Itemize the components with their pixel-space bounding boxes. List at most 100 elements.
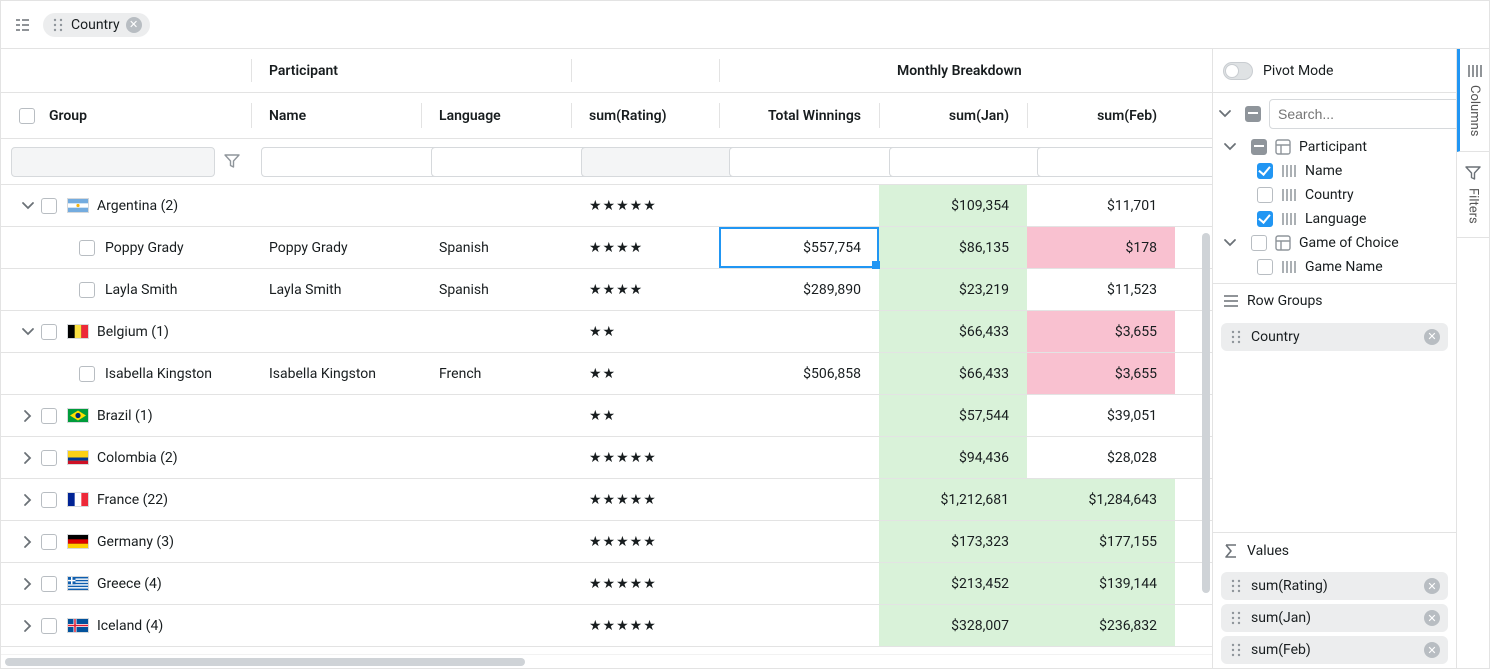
feb-cell[interactable]: $177,155: [1027, 521, 1175, 562]
total-winnings-cell[interactable]: [719, 395, 879, 436]
name-cell[interactable]: Layla Smith: [251, 269, 421, 310]
drag-handle-icon[interactable]: [51, 17, 65, 33]
group-cell[interactable]: Layla Smith: [1, 269, 251, 310]
chevron-down-icon[interactable]: [1221, 139, 1239, 155]
column-visibility-checkbox[interactable]: [1257, 163, 1273, 179]
feb-cell[interactable]: $28,028: [1027, 437, 1175, 478]
name-cell[interactable]: [251, 521, 421, 562]
rating-cell[interactable]: ★★★★★: [571, 437, 719, 478]
row-checkbox[interactable]: [41, 450, 57, 466]
rating-cell[interactable]: ★★★★★: [571, 605, 719, 646]
jan-cell[interactable]: $23,219: [879, 269, 1027, 310]
feb-cell[interactable]: $3,655: [1027, 311, 1175, 352]
name-cell[interactable]: [251, 605, 421, 646]
chevron-down-icon[interactable]: [19, 198, 37, 214]
pill-remove-icon[interactable]: ✕: [1424, 329, 1440, 345]
language-cell[interactable]: [421, 185, 571, 226]
row-group-chip-country[interactable]: Country ✕: [43, 13, 150, 37]
group-cell[interactable]: Colombia (2): [1, 437, 251, 478]
column-tree-item[interactable]: Game Name: [1217, 255, 1448, 279]
name-cell[interactable]: [251, 395, 421, 436]
language-cell[interactable]: Spanish: [421, 269, 571, 310]
total-winnings-cell[interactable]: [719, 605, 879, 646]
chevron-right-icon[interactable]: [19, 492, 37, 508]
table-row[interactable]: Brazil (1)★★$57,544$39,051: [1, 395, 1212, 437]
table-row[interactable]: Layla SmithLayla SmithSpanish★★★★$289,89…: [1, 269, 1212, 311]
row-checkbox[interactable]: [41, 576, 57, 592]
language-cell[interactable]: [421, 437, 571, 478]
total-winnings-cell[interactable]: [719, 185, 879, 226]
feb-cell[interactable]: $3,655: [1027, 353, 1175, 394]
feb-cell[interactable]: $139,144: [1027, 563, 1175, 604]
jan-cell[interactable]: $94,436: [879, 437, 1027, 478]
total-winnings-cell[interactable]: [719, 311, 879, 352]
feb-cell[interactable]: $11,701: [1027, 185, 1175, 226]
name-cell[interactable]: [251, 311, 421, 352]
select-all-checkbox[interactable]: [19, 108, 35, 124]
row-checkbox[interactable]: [41, 324, 57, 340]
row-checkbox[interactable]: [79, 366, 95, 382]
pill-remove-icon[interactable]: ✕: [1424, 642, 1440, 658]
drag-handle-icon[interactable]: [1229, 329, 1243, 345]
rating-cell[interactable]: ★★★★: [571, 227, 719, 268]
language-cell[interactable]: [421, 311, 571, 352]
column-header-group[interactable]: Group: [1, 93, 251, 138]
row-checkbox[interactable]: [79, 282, 95, 298]
total-winnings-cell[interactable]: $506,858: [719, 353, 879, 394]
value-pill[interactable]: sum(Rating)✕: [1221, 572, 1448, 600]
jan-cell[interactable]: $66,433: [879, 353, 1027, 394]
group-cell[interactable]: Iceland (4): [1, 605, 251, 646]
name-cell[interactable]: Poppy Grady: [251, 227, 421, 268]
table-row[interactable]: France (22)★★★★★$1,212,681$1,284,643: [1, 479, 1212, 521]
value-pill[interactable]: sum(Feb)✕: [1221, 636, 1448, 664]
row-checkbox[interactable]: [79, 240, 95, 256]
pivot-mode-toggle[interactable]: [1223, 62, 1253, 80]
grid-body[interactable]: Argentina (2)★★★★★$109,354$11,701Poppy G…: [1, 185, 1212, 654]
name-cell[interactable]: Isabella Kingston: [251, 353, 421, 394]
column-header-jan[interactable]: sum(Jan): [879, 93, 1027, 138]
column-visibility-checkbox[interactable]: [1257, 259, 1273, 275]
drag-handle-icon[interactable]: [1229, 610, 1243, 626]
rating-cell[interactable]: ★★★★★: [571, 521, 719, 562]
chip-remove-icon[interactable]: ✕: [126, 17, 142, 33]
rating-cell[interactable]: ★★★★★: [571, 479, 719, 520]
filter-input-feb[interactable]: [1037, 147, 1213, 177]
language-cell[interactable]: [421, 563, 571, 604]
rating-cell[interactable]: ★★★★: [571, 269, 719, 310]
chevron-right-icon[interactable]: [19, 450, 37, 466]
total-winnings-cell[interactable]: [719, 479, 879, 520]
group-cell[interactable]: Isabella Kingston: [1, 353, 251, 394]
feb-cell[interactable]: $39,051: [1027, 395, 1175, 436]
table-row[interactable]: Greece (4)★★★★★$213,452$139,144: [1, 563, 1212, 605]
rating-cell[interactable]: ★★: [571, 311, 719, 352]
chevron-down-icon[interactable]: [1221, 235, 1239, 251]
group-cell[interactable]: Belgium (1): [1, 311, 251, 352]
rating-cell[interactable]: ★★★★★: [571, 185, 719, 226]
vertical-scrollbar[interactable]: [1202, 233, 1210, 593]
group-cell[interactable]: Greece (4): [1, 563, 251, 604]
total-winnings-cell[interactable]: $289,890: [719, 269, 879, 310]
row-checkbox[interactable]: [41, 408, 57, 424]
column-group-participant[interactable]: Participant: [251, 49, 571, 92]
tab-filters[interactable]: Filters: [1457, 152, 1489, 239]
column-tree-item[interactable]: Participant: [1217, 135, 1448, 159]
total-winnings-cell[interactable]: [719, 437, 879, 478]
column-visibility-checkbox[interactable]: [1257, 187, 1273, 203]
row-checkbox[interactable]: [41, 534, 57, 550]
jan-cell[interactable]: $173,323: [879, 521, 1027, 562]
column-group-monthly[interactable]: Monthly Breakdown: [879, 49, 1205, 92]
column-visibility-checkbox[interactable]: [1251, 139, 1267, 155]
table-row[interactable]: Isabella KingstonIsabella KingstonFrench…: [1, 353, 1212, 395]
table-row[interactable]: Colombia (2) ★★★★★ $94,436$28,028: [1, 437, 1212, 479]
total-winnings-cell[interactable]: [719, 563, 879, 604]
name-cell[interactable]: [251, 479, 421, 520]
group-cell[interactable]: France (22): [1, 479, 251, 520]
jan-cell[interactable]: $1,212,681: [879, 479, 1027, 520]
name-cell[interactable]: [251, 185, 421, 226]
feb-cell[interactable]: $236,832: [1027, 605, 1175, 646]
group-cell[interactable]: Germany (3): [1, 521, 251, 562]
feb-cell[interactable]: $11,523: [1027, 269, 1175, 310]
table-row[interactable]: Poppy GradyPoppy GradySpanish★★★★$557,75…: [1, 227, 1212, 269]
row-checkbox[interactable]: [41, 492, 57, 508]
column-header-language[interactable]: Language: [421, 93, 571, 138]
